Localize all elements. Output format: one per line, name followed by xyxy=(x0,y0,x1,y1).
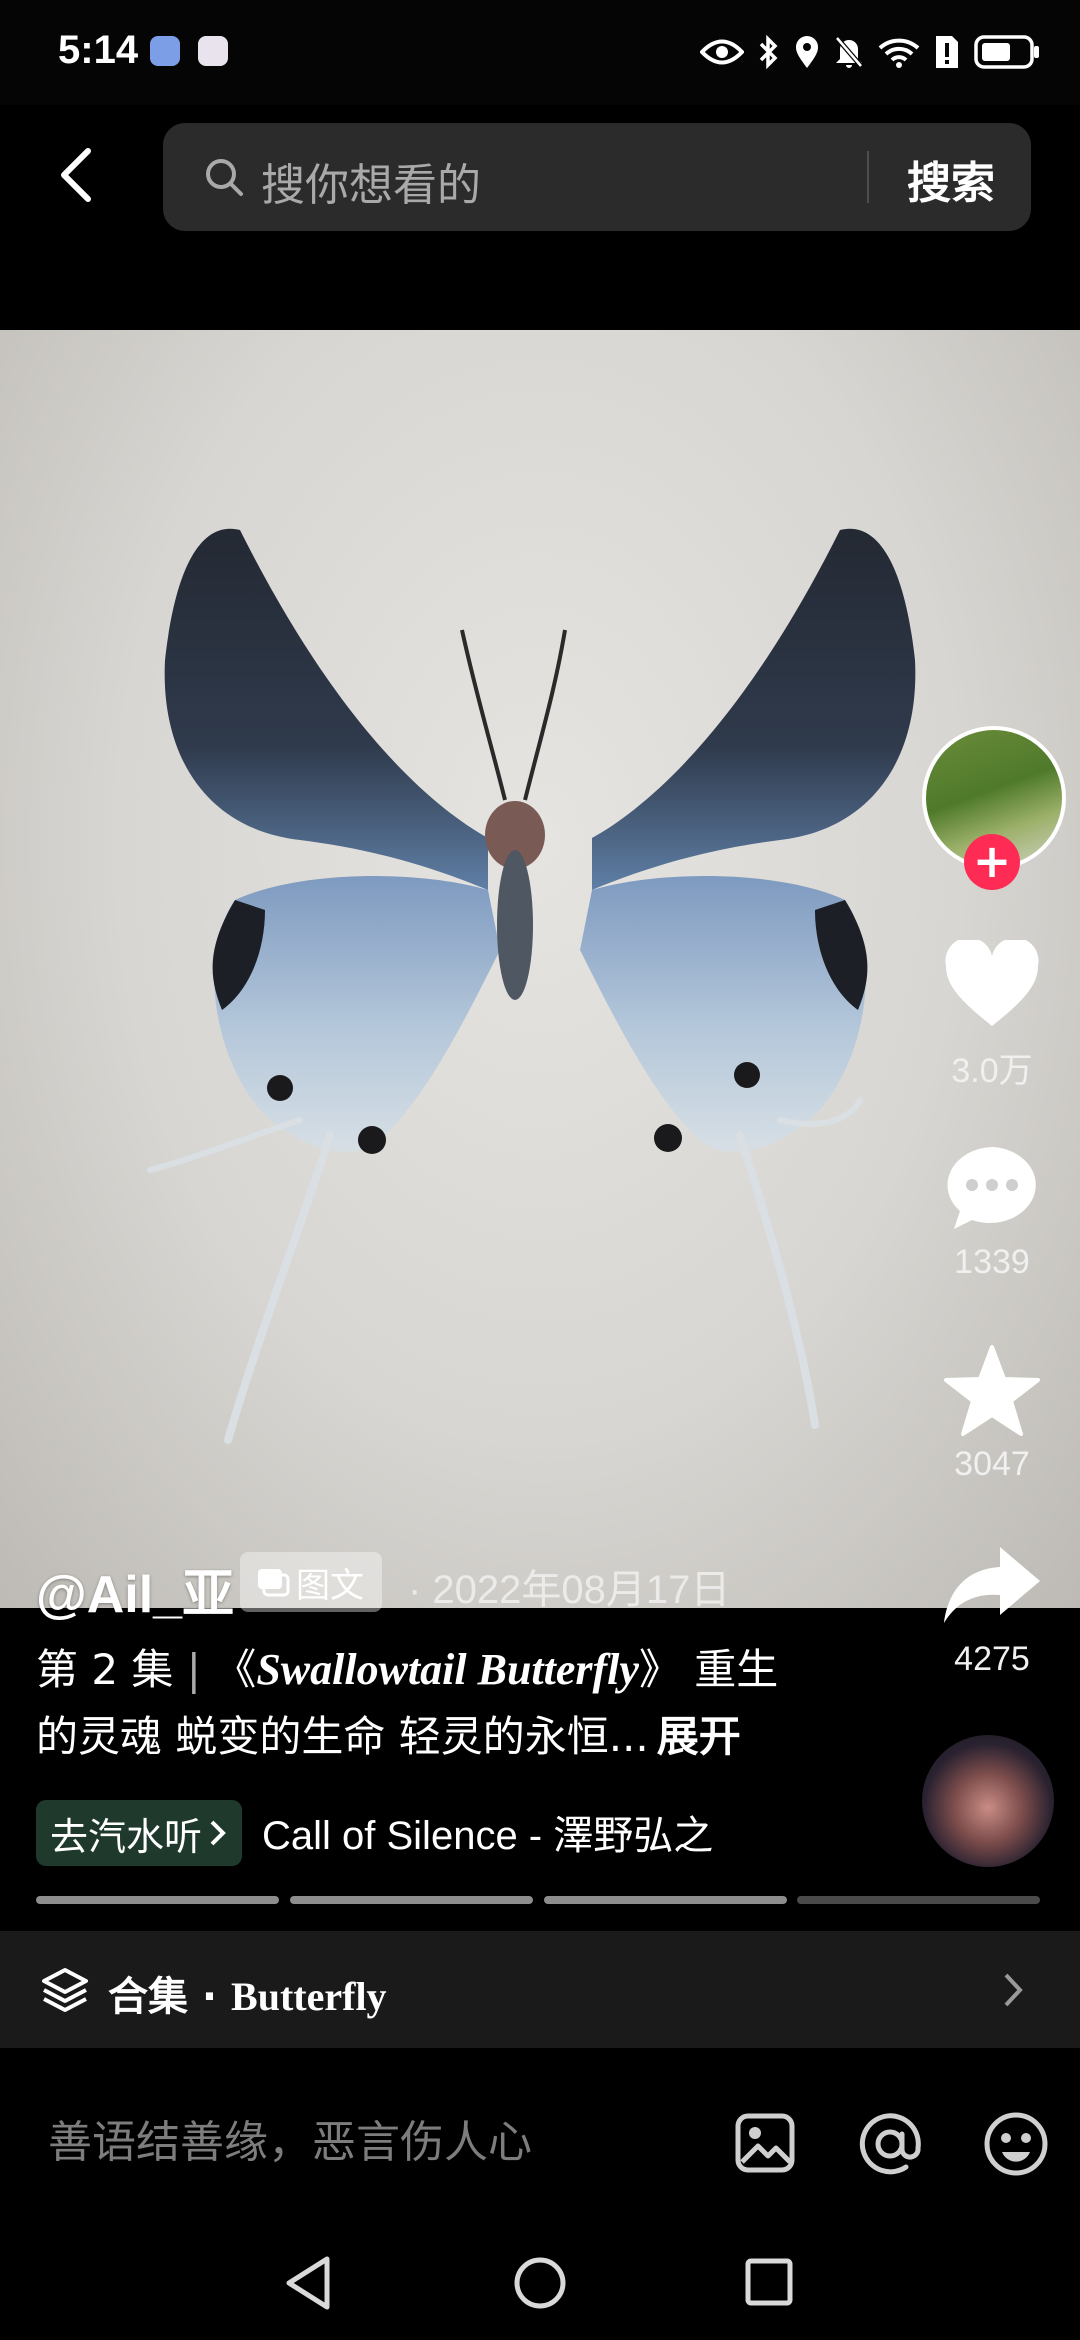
nav-back-icon[interactable] xyxy=(283,2255,333,2311)
search-input[interactable]: 搜你想看的 xyxy=(261,149,481,213)
like-count: 3.0万 xyxy=(951,1052,1033,1090)
post-date: · 2022年08月17日 xyxy=(408,1568,731,1612)
app-notification-icon xyxy=(150,36,180,66)
location-icon xyxy=(796,36,818,68)
author-name[interactable]: @Ail_亚 xyxy=(36,1552,234,1627)
wifi-icon xyxy=(878,38,920,68)
star-icon xyxy=(944,1345,1040,1436)
emoji-icon[interactable] xyxy=(982,2110,1050,2178)
expand-button[interactable]: 展开 xyxy=(657,1712,741,1761)
sim-alert-icon xyxy=(936,36,958,68)
back-arrow-icon xyxy=(61,148,91,202)
comment-button[interactable] xyxy=(940,1143,1044,1237)
caption-title: Swallowtail Butterfly xyxy=(256,1645,639,1694)
layers-icon xyxy=(42,1968,88,2012)
nav-recents-icon[interactable] xyxy=(744,2257,794,2307)
system-navigation-bar xyxy=(0,2215,1080,2340)
like-button[interactable] xyxy=(940,937,1044,1034)
back-button[interactable] xyxy=(50,145,110,205)
music-title[interactable]: Call of Silence - 澤野弘之 xyxy=(262,1803,713,1861)
caption-line-1[interactable]: 第 2 集 | 《Swallowtail Butterfly》 重生 xyxy=(36,1636,778,1697)
share-button[interactable] xyxy=(940,1543,1044,1631)
mention-icon[interactable] xyxy=(856,2110,924,2178)
eye-icon xyxy=(700,39,744,65)
butterfly-image xyxy=(147,528,916,1444)
chevron-right-icon xyxy=(1004,1973,1023,2007)
app-notification-icon xyxy=(198,36,228,66)
listen-in-app-button[interactable]: 去汽水听 xyxy=(36,1800,243,1866)
bluetooth-icon xyxy=(759,34,778,70)
post-image[interactable] xyxy=(0,330,1080,1608)
comment-icon xyxy=(947,1147,1036,1229)
comment-input[interactable]: 善语结善缘，恶言伤人心 xyxy=(48,2106,532,2170)
comment-count: 1339 xyxy=(954,1243,1030,1281)
search-button[interactable]: 搜索 xyxy=(907,147,995,211)
share-arrow-icon xyxy=(944,1547,1040,1623)
episode-label: 第 2 集 xyxy=(36,1645,174,1694)
pager-segment xyxy=(36,1896,279,1904)
caption-continued: 的灵魂 蜕变的生命 轻灵的永恒... xyxy=(36,1712,649,1761)
mute-bell-icon xyxy=(835,36,863,68)
collection-label: 合集 xyxy=(108,1974,188,2020)
battery-icon xyxy=(974,35,1039,69)
status-time: 5:14 xyxy=(58,28,139,72)
image-text-icon xyxy=(258,1569,290,1597)
listen-in-app-label: 去汽水听 xyxy=(50,1814,203,1859)
favorite-button[interactable] xyxy=(940,1343,1044,1443)
favorite-count: 3047 xyxy=(954,1445,1030,1483)
caption-line-2[interactable]: 的灵魂 蜕变的生命 轻灵的永恒... 展开 xyxy=(36,1703,741,1764)
image-text-label: 图文 xyxy=(296,1565,364,1606)
collection-name: Butterfly xyxy=(231,1974,387,2019)
status-bar: 5:14 xyxy=(0,0,1080,105)
heart-icon xyxy=(945,937,1039,1026)
search-bar[interactable]: 搜你想看的 搜索 xyxy=(163,123,1031,231)
nav-home-icon[interactable] xyxy=(512,2255,568,2311)
search-divider xyxy=(867,151,869,203)
pager-segment xyxy=(290,1896,533,1904)
collection-title: 合集 · Butterfly xyxy=(108,1974,387,2020)
chevron-right-icon xyxy=(210,1820,226,1846)
image-text-tag: 图文 xyxy=(240,1552,382,1612)
image-picker-icon[interactable] xyxy=(734,2112,796,2174)
pager-segment xyxy=(544,1896,787,1904)
follow-button[interactable]: + xyxy=(964,834,1020,890)
status-icons xyxy=(700,30,1040,74)
music-disc-avatar[interactable] xyxy=(922,1735,1054,1867)
search-icon xyxy=(206,159,243,196)
share-count: 4275 xyxy=(954,1640,1030,1678)
collection-bar[interactable]: 合集 · Butterfly xyxy=(0,1931,1080,2048)
pager-segment xyxy=(797,1896,1040,1904)
caption-text: 重生 xyxy=(694,1645,779,1694)
